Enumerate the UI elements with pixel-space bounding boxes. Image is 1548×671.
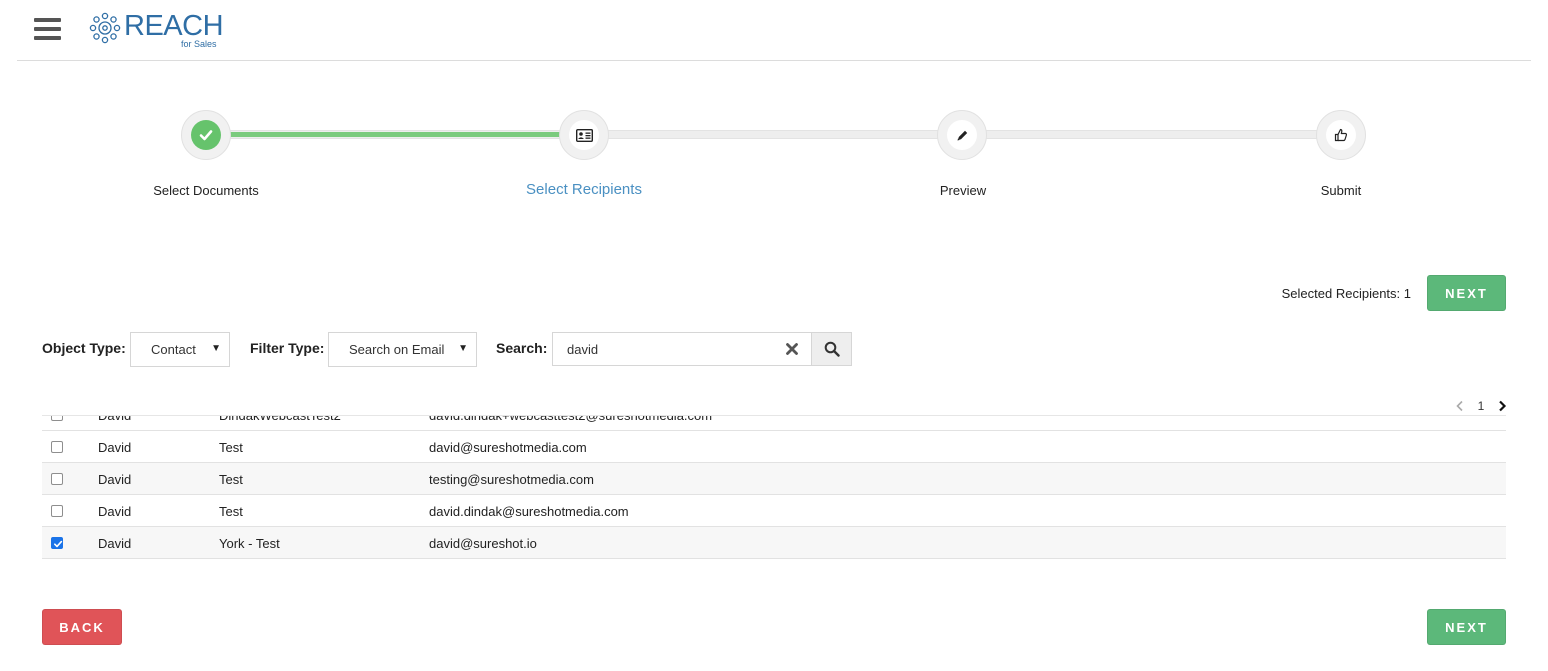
email-cell: david.dindak@sureshotmedia.com bbox=[429, 504, 629, 519]
pagination: 1 bbox=[1455, 397, 1507, 415]
table-row[interactable]: David Test david@sureshotmedia.com bbox=[42, 431, 1506, 463]
last-name-cell: York - Test bbox=[219, 536, 280, 551]
search-label: Search: bbox=[496, 340, 548, 356]
current-page[interactable]: 1 bbox=[1478, 399, 1485, 413]
search-icon bbox=[824, 341, 840, 357]
first-name-cell: David bbox=[98, 504, 132, 519]
selected-recipients-count: Selected Recipients: 1 bbox=[1281, 286, 1411, 301]
reach-logo[interactable]: REACH for Sales bbox=[89, 10, 239, 50]
first-name-cell: David bbox=[98, 472, 132, 487]
thumbs-up-icon bbox=[1334, 128, 1348, 142]
table-row[interactable]: David DindakWebcastTest2 david.dindak+we… bbox=[42, 415, 1506, 431]
table-row[interactable]: David Test testing@sureshotmedia.com bbox=[42, 463, 1506, 495]
object-type-select[interactable]: Contact ▼ bbox=[130, 332, 230, 367]
last-name-cell: Test bbox=[219, 440, 243, 455]
progress-stepper: Select Documents Select Recipients Previ… bbox=[0, 100, 1548, 210]
check-icon bbox=[54, 540, 63, 548]
filter-type-value: Search on Email bbox=[349, 342, 445, 357]
caret-down-icon: ▼ bbox=[211, 343, 221, 354]
row-checkbox[interactable] bbox=[51, 505, 63, 517]
next-button-bottom[interactable]: NEXT bbox=[1427, 609, 1506, 645]
step-label-recipients: Select Recipients bbox=[526, 181, 642, 198]
filter-type-label: Filter Type: bbox=[250, 340, 325, 356]
check-icon bbox=[199, 130, 213, 141]
row-checkbox-checked[interactable] bbox=[51, 537, 63, 549]
step-select-documents[interactable] bbox=[181, 110, 231, 160]
caret-down-icon: ▼ bbox=[458, 343, 468, 354]
clear-search-icon[interactable] bbox=[784, 341, 800, 357]
filter-type-select[interactable]: Search on Email ▼ bbox=[328, 332, 477, 367]
step-preview[interactable] bbox=[937, 110, 987, 160]
object-type-value: Contact bbox=[151, 342, 196, 357]
first-name-cell: David bbox=[98, 440, 132, 455]
row-checkbox[interactable] bbox=[51, 416, 63, 421]
step-track-2 bbox=[608, 130, 940, 139]
step-label-preview: Preview bbox=[939, 183, 987, 198]
last-name-cell: Test bbox=[219, 504, 243, 519]
chevron-right-icon[interactable] bbox=[1497, 400, 1507, 412]
row-checkbox[interactable] bbox=[51, 473, 63, 485]
email-cell: david.dindak+webcasttest2@sureshotmedia.… bbox=[429, 415, 713, 423]
back-button[interactable]: BACK bbox=[42, 609, 122, 645]
first-name-cell: David bbox=[98, 415, 132, 423]
step-submit[interactable] bbox=[1316, 110, 1366, 160]
row-checkbox[interactable] bbox=[51, 441, 63, 453]
app-header: REACH for Sales bbox=[17, 0, 1531, 61]
first-name-cell: David bbox=[98, 536, 132, 551]
step-label-documents: Select Documents bbox=[153, 183, 259, 198]
logo-text: REACH bbox=[124, 10, 224, 42]
next-button-top[interactable]: NEXT bbox=[1427, 275, 1506, 311]
search-input-value: david bbox=[567, 341, 599, 357]
last-name-cell: Test bbox=[219, 472, 243, 487]
gear-logo-icon bbox=[89, 12, 121, 44]
logo-subtext: for Sales bbox=[181, 39, 217, 49]
search-button[interactable] bbox=[811, 332, 852, 366]
step-label-submit: Submit bbox=[1320, 183, 1362, 198]
menu-icon[interactable] bbox=[34, 18, 61, 41]
step-track-3 bbox=[986, 130, 1318, 139]
contact-card-icon bbox=[575, 128, 593, 142]
step-select-recipients[interactable] bbox=[559, 110, 609, 160]
pencil-icon bbox=[957, 130, 967, 140]
email-cell: testing@sureshotmedia.com bbox=[429, 472, 594, 487]
step-track-1-done bbox=[230, 132, 560, 137]
table-row[interactable]: David York - Test david@sureshot.io bbox=[42, 527, 1506, 559]
last-name-cell: DindakWebcastTest2 bbox=[219, 415, 341, 423]
object-type-label: Object Type: bbox=[42, 340, 126, 356]
table-row[interactable]: David Test david.dindak@sureshotmedia.co… bbox=[42, 495, 1506, 527]
email-cell: david@sureshotmedia.com bbox=[429, 440, 587, 455]
chevron-left-icon[interactable] bbox=[1455, 400, 1465, 412]
recipients-table: David DindakWebcastTest2 david.dindak+we… bbox=[42, 415, 1506, 559]
email-cell: david@sureshot.io bbox=[429, 536, 537, 551]
search-input[interactable]: david bbox=[552, 332, 812, 366]
